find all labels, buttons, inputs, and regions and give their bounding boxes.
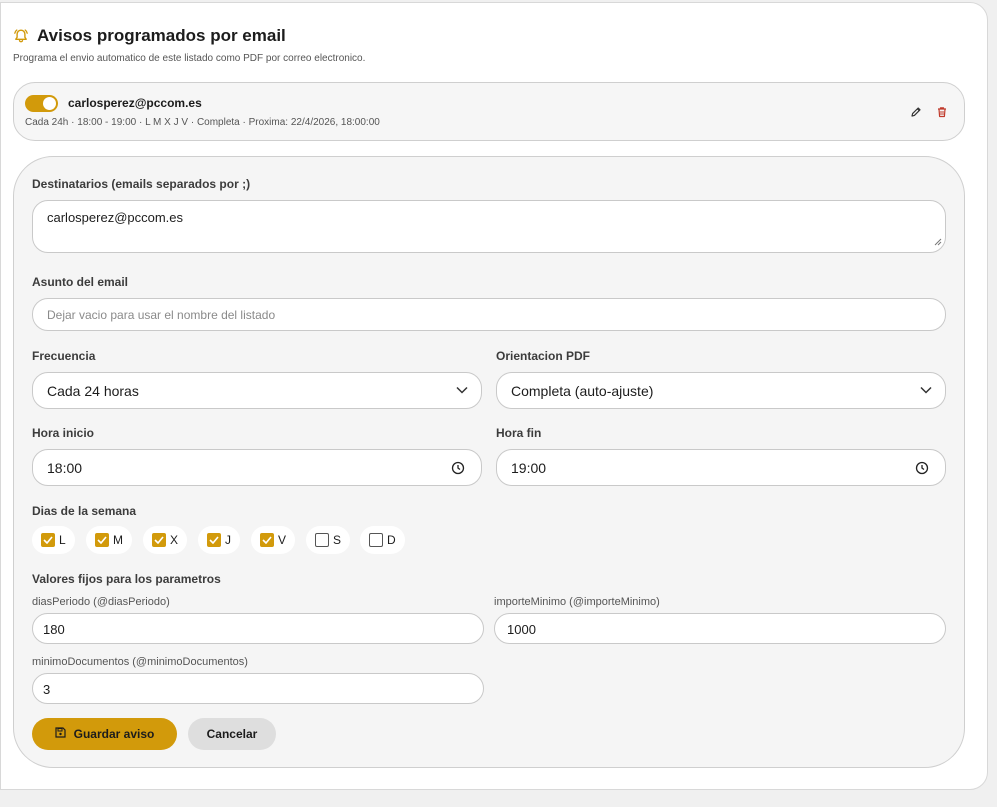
alert-enabled-toggle[interactable] xyxy=(25,95,58,112)
checkbox-checked-icon xyxy=(207,533,221,547)
param-input-importeminimo[interactable]: 1000 xyxy=(494,613,946,644)
trash-icon[interactable] xyxy=(935,105,949,119)
save-alert-button[interactable]: Guardar aviso xyxy=(32,718,177,750)
start-time-label: Hora inicio xyxy=(32,426,95,440)
day-checkbox-j[interactable]: J xyxy=(198,526,240,554)
toggle-knob xyxy=(43,97,56,110)
orientation-select[interactable]: Completa (auto-ajuste) xyxy=(496,372,946,409)
param-value: 3 xyxy=(43,682,51,697)
checkbox-checked-icon xyxy=(152,533,166,547)
days-label: Dias de la semana xyxy=(32,504,137,518)
chevron-down-icon xyxy=(456,386,468,394)
clock-icon[interactable] xyxy=(451,461,465,475)
alert-summary-row: carlosperez@pccom.es Cada 24h · 18:00 - … xyxy=(13,82,965,141)
day-checkbox-x[interactable]: X xyxy=(143,526,188,554)
param-value: 180 xyxy=(43,622,65,637)
frequency-value: Cada 24 horas xyxy=(47,383,139,399)
frequency-label: Frecuencia xyxy=(32,349,96,363)
param-value: 1000 xyxy=(507,622,536,637)
page-subtitle: Programa el envio automatico de este lis… xyxy=(13,53,366,64)
param-label-diasperiodo: diasPeriodo (@diasPeriodo) xyxy=(32,596,170,608)
param-label-minimodocumentos: minimoDocumentos (@minimoDocumentos) xyxy=(32,656,248,668)
end-time-input[interactable]: 19:00 xyxy=(496,449,946,486)
day-checkbox-d[interactable]: D xyxy=(360,526,405,554)
day-checkbox-v[interactable]: V xyxy=(251,526,296,554)
clock-icon[interactable] xyxy=(915,461,929,475)
floppy-disk-icon xyxy=(55,727,66,741)
checkbox-checked-icon xyxy=(95,533,109,547)
start-time-value: 18:00 xyxy=(47,460,83,476)
checkbox-checked-icon xyxy=(41,533,55,547)
recipients-label: Destinatarios (emails separados por ;) xyxy=(32,177,251,191)
alert-details: Cada 24h · 18:00 - 19:00 · L M X J V · C… xyxy=(25,117,380,128)
day-label: D xyxy=(387,533,396,547)
param-input-minimodocumentos[interactable]: 3 xyxy=(32,673,484,704)
param-input-diasperiodo[interactable]: 180 xyxy=(32,613,484,644)
param-label-importeminimo: importeMinimo (@importeMinimo) xyxy=(494,596,660,608)
orientation-label: Orientacion PDF xyxy=(496,349,591,363)
end-time-value: 19:00 xyxy=(511,460,547,476)
resize-handle-icon[interactable] xyxy=(934,234,942,249)
cancel-label: Cancelar xyxy=(206,727,258,741)
pencil-icon[interactable] xyxy=(909,105,923,119)
day-label: M xyxy=(113,533,123,547)
alert-email: carlosperez@pccom.es xyxy=(68,96,202,110)
checkbox-checked-icon xyxy=(260,533,274,547)
subject-placeholder: Dejar vacio para usar el nombre del list… xyxy=(47,308,276,322)
page-title: Avisos programados por email xyxy=(37,26,286,45)
subject-label: Asunto del email xyxy=(32,275,129,289)
day-label: S xyxy=(333,533,342,547)
start-time-input[interactable]: 18:00 xyxy=(32,449,482,486)
params-label: Valores fijos para los parametros xyxy=(32,572,221,586)
checkbox-unchecked-icon xyxy=(369,533,383,547)
day-label: V xyxy=(278,533,287,547)
frequency-select[interactable]: Cada 24 horas xyxy=(32,372,482,409)
day-label: X xyxy=(170,533,179,547)
header: Avisos programados por email xyxy=(13,26,286,46)
save-alert-label: Guardar aviso xyxy=(73,727,155,741)
subject-input[interactable]: Dejar vacio para usar el nombre del list… xyxy=(32,298,946,331)
cancel-button[interactable]: Cancelar xyxy=(188,718,276,750)
orientation-value: Completa (auto-ajuste) xyxy=(511,383,654,399)
recipients-textarea[interactable]: carlosperez@pccom.es xyxy=(32,200,946,253)
recipients-value: carlosperez@pccom.es xyxy=(47,210,184,225)
day-label: J xyxy=(225,533,231,547)
day-checkbox-s[interactable]: S xyxy=(306,526,351,554)
checkbox-unchecked-icon xyxy=(315,533,329,547)
chevron-down-icon xyxy=(920,386,932,394)
bell-icon xyxy=(13,28,29,44)
day-checkbox-l[interactable]: L xyxy=(32,526,75,554)
day-checkbox-m[interactable]: M xyxy=(86,526,132,554)
end-time-label: Hora fin xyxy=(496,426,542,440)
day-label: L xyxy=(59,533,66,547)
